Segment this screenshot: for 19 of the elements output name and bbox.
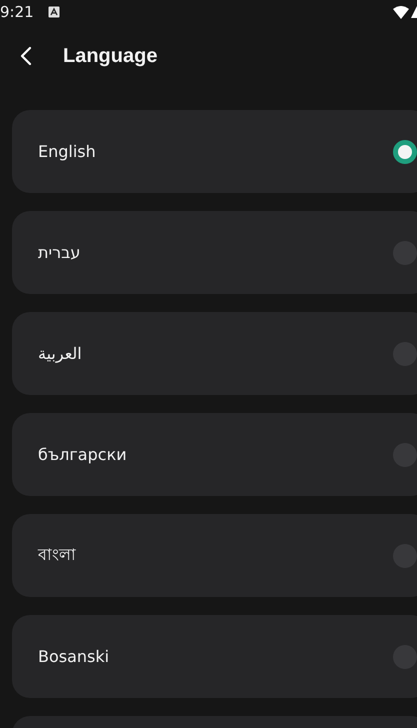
language-name: עברית xyxy=(38,243,82,262)
language-name: العربية xyxy=(38,344,83,363)
language-option[interactable]: Bosanski xyxy=(12,615,417,698)
signal-icon xyxy=(411,6,417,18)
page-title: Language xyxy=(63,44,158,68)
language-name: български xyxy=(38,445,128,464)
language-option[interactable]: עברית xyxy=(12,211,417,294)
language-name: বাংলা xyxy=(38,544,77,566)
language-name: English xyxy=(38,142,97,161)
language-option[interactable]: বাংলা xyxy=(12,514,417,597)
language-option[interactable]: English xyxy=(12,110,417,193)
radio-button[interactable] xyxy=(393,140,417,164)
back-icon[interactable] xyxy=(20,46,32,66)
language-name: Bosanski xyxy=(38,647,110,666)
language-option[interactable]: български xyxy=(12,413,417,496)
language-option[interactable]: العربية xyxy=(12,312,417,395)
status-time: 9:21 xyxy=(0,3,34,21)
wifi-icon xyxy=(393,6,409,18)
notification-icon xyxy=(48,6,60,18)
